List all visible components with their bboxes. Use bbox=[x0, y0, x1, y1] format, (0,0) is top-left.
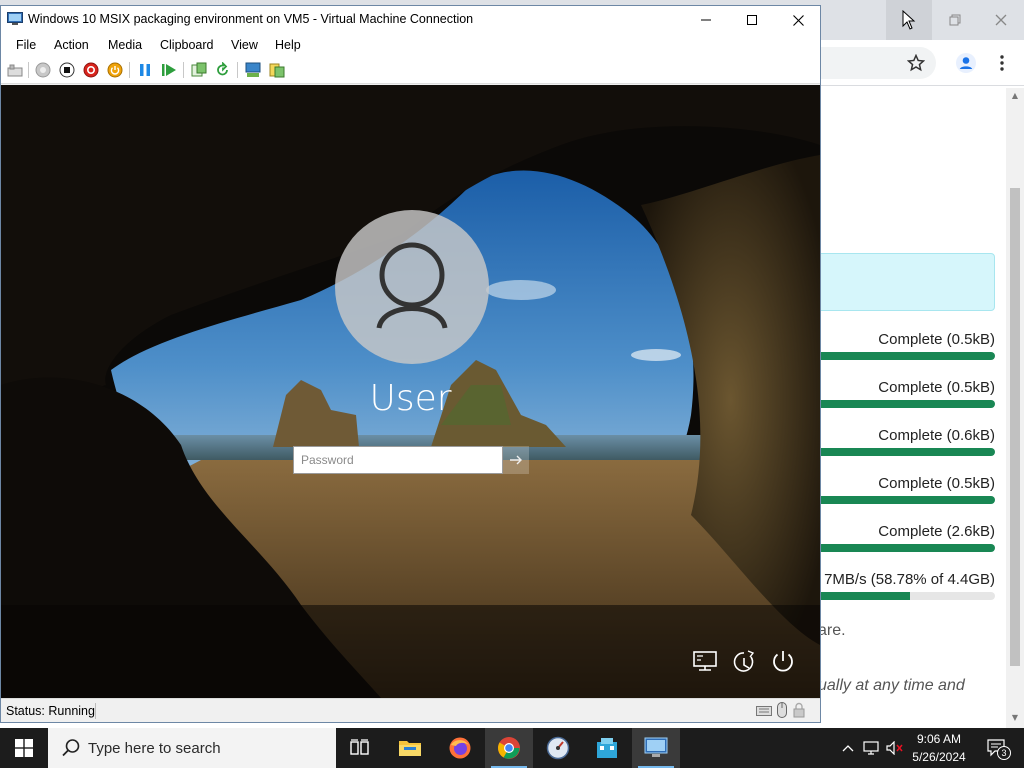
firefox-icon bbox=[449, 737, 471, 759]
user-avatar bbox=[335, 210, 489, 364]
taskbar-search-box[interactable]: Type here to search bbox=[48, 728, 336, 768]
browser-restore-button[interactable] bbox=[932, 0, 978, 40]
clock-date: 5/26/2024 bbox=[912, 750, 966, 764]
menu-help[interactable]: Help bbox=[275, 38, 301, 52]
minimize-button[interactable] bbox=[683, 6, 729, 34]
bookmark-star-icon[interactable] bbox=[905, 52, 927, 74]
status-divider bbox=[95, 703, 96, 719]
notification-count-badge: 3 bbox=[997, 746, 1011, 760]
menu-clipboard[interactable]: Clipboard bbox=[160, 38, 214, 52]
arrow-right-icon bbox=[510, 455, 522, 465]
shut-down-icon[interactable] bbox=[83, 62, 99, 78]
browser-menu-icon[interactable] bbox=[991, 52, 1013, 74]
taskbar-firefox[interactable] bbox=[436, 728, 484, 768]
folder-icon bbox=[399, 741, 421, 756]
password-input[interactable] bbox=[293, 446, 503, 474]
power-icon[interactable] bbox=[768, 647, 798, 677]
vm-guest-screen[interactable]: User bbox=[1, 85, 820, 698]
chevron-up-icon bbox=[842, 745, 854, 752]
menu-media[interactable]: Media bbox=[108, 38, 142, 52]
taskbar-vm-connection[interactable] bbox=[632, 728, 680, 768]
revert-icon[interactable] bbox=[215, 62, 231, 78]
start-button[interactable] bbox=[0, 728, 48, 768]
chrome-icon bbox=[498, 737, 520, 759]
task-view-icon bbox=[350, 739, 369, 755]
search-placeholder: Type here to search bbox=[88, 740, 221, 757]
power-icon[interactable] bbox=[107, 62, 123, 78]
user-silhouette-icon bbox=[376, 242, 448, 329]
search-icon bbox=[62, 739, 80, 757]
download-status: Complete (2.6kB) bbox=[878, 523, 995, 540]
show-hidden-icons-button[interactable] bbox=[838, 738, 858, 758]
lock-icon bbox=[793, 702, 805, 718]
page-text-fragment: are. bbox=[818, 622, 846, 639]
menu-file[interactable]: File bbox=[16, 38, 36, 52]
start-vm-icon[interactable] bbox=[35, 62, 51, 78]
checkpoint-icon[interactable] bbox=[191, 62, 207, 78]
vm-connection-icon bbox=[644, 737, 668, 757]
network-icon[interactable] bbox=[691, 647, 721, 677]
download-status: Complete (0.5kB) bbox=[878, 331, 995, 348]
scroll-down-icon[interactable]: ▼ bbox=[1010, 713, 1020, 723]
pause-icon[interactable] bbox=[137, 62, 153, 78]
vm-connection-app-icon bbox=[7, 12, 23, 25]
download-status: Complete (0.5kB) bbox=[878, 379, 995, 396]
menu-view[interactable]: View bbox=[231, 38, 258, 52]
mouse-icon bbox=[777, 702, 787, 718]
toolbar-separator bbox=[28, 62, 29, 78]
maximize-button[interactable] bbox=[729, 6, 775, 34]
login-user-name: User bbox=[369, 378, 452, 419]
ease-of-access-icon[interactable] bbox=[729, 647, 759, 677]
browser-close-button[interactable] bbox=[978, 0, 1024, 40]
vm-toolbar bbox=[1, 56, 820, 84]
clock-time: 9:06 AM bbox=[916, 732, 962, 746]
tray-network[interactable] bbox=[862, 738, 882, 758]
taskbar-clock[interactable]: 9:06 AM 5/26/2024 bbox=[900, 730, 978, 766]
vm-window-title: Windows 10 MSIX packaging environment on… bbox=[28, 12, 474, 26]
action-center-button[interactable]: 3 bbox=[984, 738, 1011, 760]
gauge-app-icon bbox=[546, 736, 570, 760]
download-status: Complete (0.6kB) bbox=[878, 427, 995, 444]
windows-logo-icon bbox=[15, 739, 33, 757]
download-status: 7MB/s (58.78% of 4.4GB) bbox=[824, 571, 995, 588]
package-app-icon bbox=[597, 738, 617, 758]
cursor-icon bbox=[886, 0, 932, 40]
page-text-fragment: ually at any time and bbox=[818, 677, 965, 694]
taskbar-app-gauge[interactable] bbox=[534, 728, 582, 768]
taskbar-chrome[interactable] bbox=[485, 728, 533, 768]
menu-action[interactable]: Action bbox=[54, 38, 89, 52]
close-button[interactable] bbox=[775, 6, 821, 34]
vm-titlebar: Windows 10 MSIX packaging environment on… bbox=[1, 6, 820, 34]
download-status: Complete (0.5kB) bbox=[878, 475, 995, 492]
profile-icon[interactable] bbox=[955, 52, 977, 74]
submit-arrow-button[interactable] bbox=[503, 446, 529, 474]
turn-off-icon[interactable] bbox=[59, 62, 75, 78]
vm-status-text: Status: Running bbox=[6, 704, 95, 718]
taskbar-app-package[interactable] bbox=[583, 728, 631, 768]
browser-scrollbar[interactable]: ▲ ▼ bbox=[1006, 88, 1024, 728]
windows-taskbar: Type here to search 9:06 AM 5/26/2024 3 bbox=[0, 728, 1024, 768]
vm-statusbar: Status: Running bbox=[1, 698, 820, 722]
vm-menubar: File Action Media Clipboard View Help bbox=[1, 34, 820, 56]
toolbar-separator bbox=[129, 62, 130, 78]
resume-icon[interactable] bbox=[161, 62, 177, 78]
toolbar-separator bbox=[183, 62, 184, 78]
taskbar-file-explorer[interactable] bbox=[386, 728, 434, 768]
network-tray-icon bbox=[863, 741, 879, 755]
ctrl-alt-del-icon[interactable] bbox=[7, 62, 23, 78]
scroll-up-icon[interactable]: ▲ bbox=[1010, 91, 1020, 101]
keyboard-icon bbox=[756, 706, 772, 716]
toolbar-separator bbox=[237, 62, 238, 78]
share-icon[interactable] bbox=[269, 62, 285, 78]
enhanced-session-icon[interactable] bbox=[245, 62, 261, 78]
vm-connection-window: Windows 10 MSIX packaging environment on… bbox=[0, 5, 821, 723]
task-view-button[interactable] bbox=[336, 728, 384, 768]
scrollbar-thumb[interactable] bbox=[1010, 188, 1020, 666]
